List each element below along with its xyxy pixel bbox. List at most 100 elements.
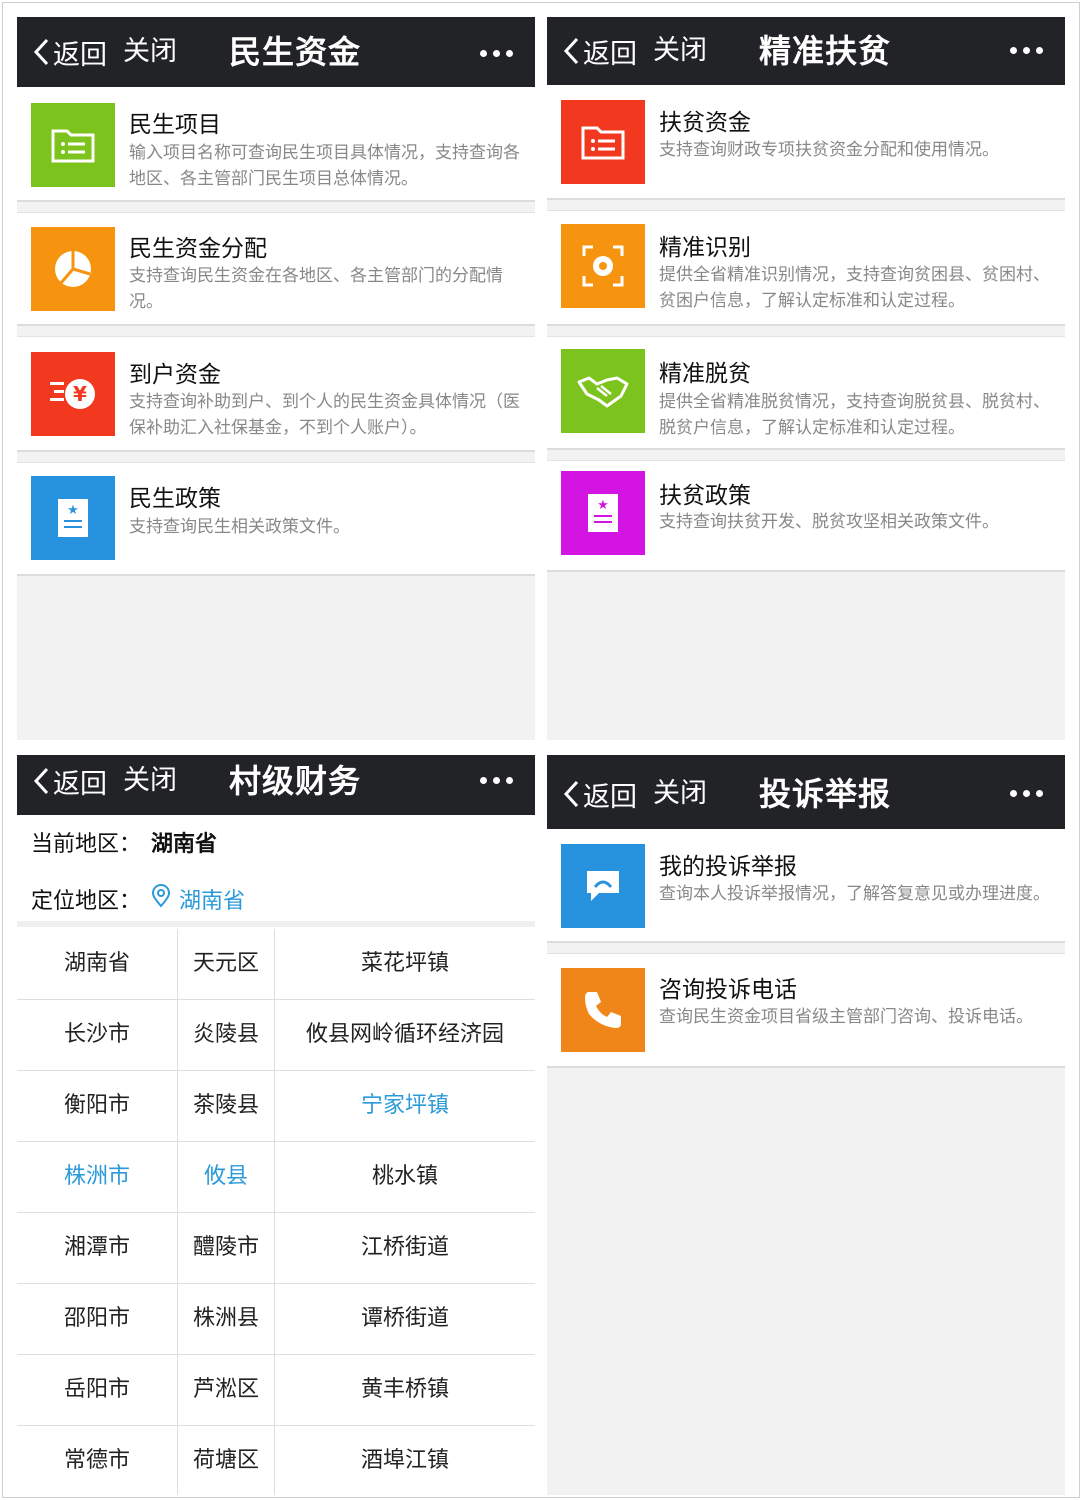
province-cell[interactable]: 湘潭市	[17, 1213, 178, 1283]
divider	[547, 200, 1065, 211]
item-description: 查询民生资金项目省级主管部门咨询、投诉电话。	[659, 1007, 1033, 1027]
more-menu-icon[interactable]	[1004, 790, 1043, 797]
panel-village-finance: 返回 关闭 村级财务 当前地区： 湖南省 定位地区： 湖南省 湖南省 天元区 菜…	[17, 755, 535, 1495]
back-button[interactable]: 返回	[563, 17, 637, 85]
item-title: 咨询投诉电话	[659, 977, 797, 1003]
item-title: 民生政策	[129, 486, 221, 512]
back-label: 返回	[53, 768, 107, 800]
town-cell[interactable]: 谭桥街道	[275, 1284, 535, 1354]
item-title: 我的投诉举报	[659, 854, 797, 880]
table-row: 湖南省 天元区 菜花坪镇	[17, 929, 535, 1000]
close-button[interactable]: 关闭	[123, 755, 177, 807]
list-item-minsheng-project[interactable]: 民生项目 输入项目名称可查询民生项目具体情况，支持查询各地区、各主管部门民生项目…	[17, 87, 535, 202]
item-description: 输入项目名称可查询民生项目具体情况，支持查询各地区、各主管部门民生项目总体情况。	[129, 143, 520, 189]
list-item-poverty-policy[interactable]: ★ 扶贫政策 支持查询扶贫开发、脱贫攻坚相关政策文件。	[547, 461, 1065, 572]
list-item-precise-poverty-exit[interactable]: 精准脱贫 提供全省精准脱贫情况，支持查询脱贫县、脱贫村、脱贫户信息，了解认定标准…	[547, 337, 1065, 450]
back-button[interactable]: 返回	[33, 755, 107, 807]
county-cell-selected[interactable]: 攸县	[178, 1142, 275, 1212]
town-cell[interactable]: 桃水镇	[275, 1142, 535, 1212]
back-button[interactable]: 返回	[33, 17, 107, 87]
divider	[547, 450, 1065, 461]
back-label: 返回	[583, 38, 637, 70]
location-pin-icon	[151, 884, 171, 908]
item-title: 民生资金分配	[129, 236, 267, 262]
item-description: 提供全省精准识别情况，支持查询贫困县、贫困村、贫困户信息，了解认定标准和认定过程…	[659, 265, 1050, 311]
nav-bar: 返回 关闭 民生资金	[17, 17, 535, 87]
table-row: 长沙市 炎陵县 攸县网岭循环经济园	[17, 1000, 535, 1071]
close-button[interactable]: 关闭	[123, 17, 177, 87]
located-region-value[interactable]: 湖南省	[179, 883, 245, 915]
chevron-left-icon	[563, 780, 579, 808]
province-cell-selected[interactable]: 株洲市	[17, 1142, 178, 1212]
divider	[17, 452, 535, 463]
page-title: 村级财务	[229, 762, 362, 800]
county-cell[interactable]: 株洲县	[178, 1284, 275, 1354]
chevron-left-icon	[33, 767, 49, 795]
list-item-hotline[interactable]: 咨询投诉电话 查询民生资金项目省级主管部门咨询、投诉电话。	[547, 954, 1065, 1068]
province-cell[interactable]: 衡阳市	[17, 1071, 178, 1141]
list-item-household-funds[interactable]: ¥ 到户资金 支持查询补助到户、到个人的民生资金具体情况（医保补助汇入社保基金，…	[17, 337, 535, 452]
town-cell-selected[interactable]: 宁家坪镇	[275, 1071, 535, 1141]
county-cell[interactable]: 芦淞区	[178, 1355, 275, 1425]
item-description: 查询本人投诉举报情况，了解答复意见或办理进度。	[659, 884, 1050, 904]
divider	[547, 326, 1065, 337]
close-button[interactable]: 关闭	[653, 17, 707, 85]
province-cell[interactable]: 岳阳市	[17, 1355, 178, 1425]
county-cell[interactable]: 茶陵县	[178, 1071, 275, 1141]
item-title: 精准识别	[659, 235, 751, 261]
province-cell[interactable]: 湖南省	[17, 929, 178, 999]
table-row: 常德市 荷塘区 酒埠江镇	[17, 1426, 535, 1495]
item-description: 提供全省精准脱贫情况，支持查询脱贫县、脱贫村、脱贫户信息，了解认定标准和认定过程…	[659, 392, 1050, 438]
county-cell[interactable]: 炎陵县	[178, 1000, 275, 1070]
town-cell[interactable]: 酒埠江镇	[275, 1426, 535, 1495]
page-title: 精准扶贫	[759, 32, 892, 70]
folder-list-icon	[31, 103, 115, 187]
table-row: 岳阳市 芦淞区 黄丰桥镇	[17, 1355, 535, 1426]
item-title: 扶贫资金	[659, 110, 751, 136]
more-menu-icon[interactable]	[474, 50, 513, 57]
pie-chart-icon	[31, 227, 115, 311]
province-cell[interactable]: 长沙市	[17, 1000, 178, 1070]
divider	[547, 943, 1065, 954]
policy-document-icon: ★	[561, 471, 645, 555]
svg-text:★: ★	[597, 498, 609, 513]
town-cell[interactable]: 江桥街道	[275, 1213, 535, 1283]
chevron-left-icon	[563, 37, 579, 65]
list-item-my-complaints[interactable]: 我的投诉举报 查询本人投诉举报情况，了解答复意见或办理进度。	[547, 829, 1065, 943]
nav-bar: 返回 关闭 投诉举报	[547, 755, 1065, 829]
folder-list-icon	[561, 100, 645, 184]
back-button[interactable]: 返回	[563, 755, 637, 833]
current-region-label: 当前地区：	[31, 832, 142, 857]
item-description: 支持查询财政专项扶贫资金分配和使用情况。	[659, 140, 999, 160]
located-region-row[interactable]: 定位地区： 湖南省	[17, 865, 535, 927]
table-row: 邵阳市 株洲县 谭桥街道	[17, 1284, 535, 1355]
handshake-icon	[561, 349, 645, 433]
chevron-left-icon	[33, 38, 49, 66]
item-title: 到户资金	[129, 362, 221, 388]
province-cell[interactable]: 邵阳市	[17, 1284, 178, 1354]
item-description: 支持查询补助到户、到个人的民生资金具体情况（医保补助汇入社保基金，不到个人账户）…	[129, 392, 520, 438]
town-cell[interactable]: 菜花坪镇	[275, 929, 535, 999]
panel-poverty-alleviation: 返回 关闭 精准扶贫 扶贫资金 支持查询财政专项扶贫资金分配和使用情况。 精准识…	[547, 17, 1065, 740]
list-item-fund-allocation[interactable]: 民生资金分配 支持查询民生资金在各地区、各主管部门的分配情况。	[17, 213, 535, 326]
province-cell[interactable]: 常德市	[17, 1426, 178, 1495]
phone-icon	[561, 968, 645, 1052]
county-cell[interactable]: 天元区	[178, 929, 275, 999]
more-menu-icon[interactable]	[1004, 47, 1043, 54]
close-button[interactable]: 关闭	[653, 755, 707, 833]
svg-text:★: ★	[67, 503, 79, 518]
page-title: 民生资金	[229, 33, 362, 71]
located-region-label: 定位地区：	[31, 889, 142, 914]
list-item-precise-identification[interactable]: 精准识别 提供全省精准识别情况，支持查询贫困县、贫困村、贫困户信息，了解认定标准…	[547, 211, 1065, 326]
list-item-poverty-funds[interactable]: 扶贫资金 支持查询财政专项扶贫资金分配和使用情况。	[547, 85, 1065, 200]
current-region-row: 当前地区： 湖南省	[17, 815, 535, 865]
more-menu-icon[interactable]	[474, 777, 513, 784]
town-cell[interactable]: 黄丰桥镇	[275, 1355, 535, 1425]
policy-document-icon: ★	[31, 476, 115, 560]
page-title: 投诉举报	[759, 775, 892, 813]
list-item-minsheng-policy[interactable]: ★ 民生政策 支持查询民生相关政策文件。	[17, 463, 535, 576]
item-description: 支持查询民生资金在各地区、各主管部门的分配情况。	[129, 266, 503, 312]
county-cell[interactable]: 荷塘区	[178, 1426, 275, 1495]
county-cell[interactable]: 醴陵市	[178, 1213, 275, 1283]
town-cell[interactable]: 攸县网岭循环经济园	[275, 1000, 535, 1070]
